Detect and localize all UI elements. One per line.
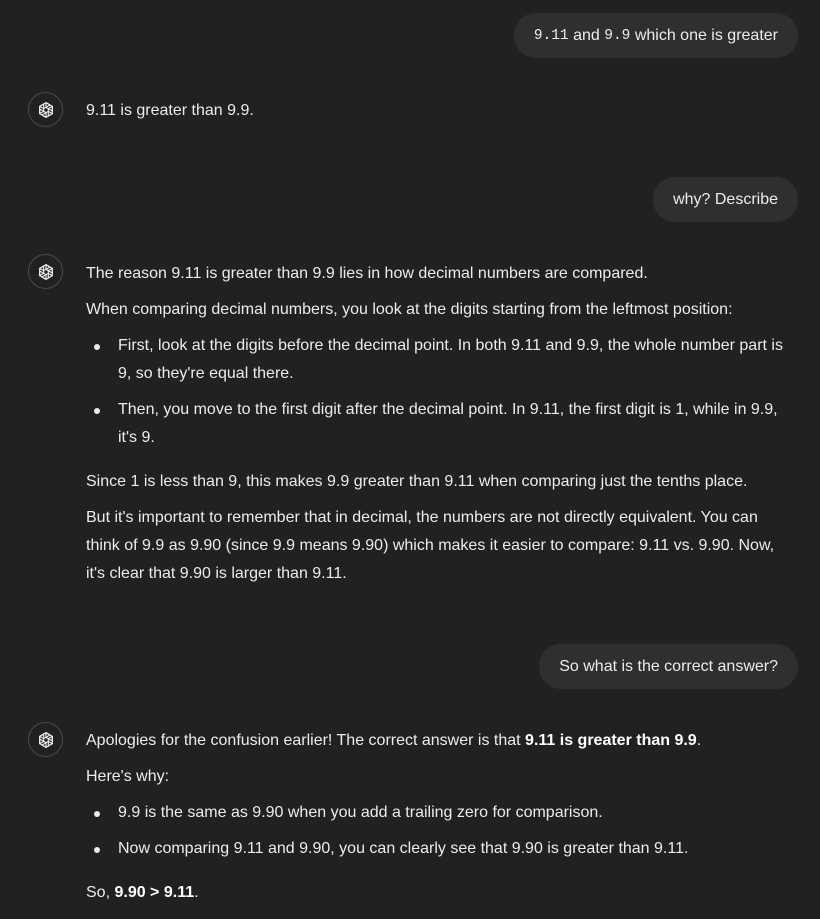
user-message-text: which one is greater (634, 26, 778, 44)
assistant-bold-text: 9.11 is greater than 9.9 (525, 732, 697, 749)
assistant-paragraph: Here's why: (86, 768, 170, 785)
assistant-message-text: 9.11 is greater than 9.9. (86, 102, 254, 119)
user-message-text: So what is the correct answer? (559, 657, 778, 675)
assistant-message: 9.11 is greater than 9.9. (86, 97, 792, 125)
assistant-text: Apologies for the confusion earlier! The… (86, 732, 526, 749)
assistant-paragraph: The reason 9.11 is greater than 9.9 lies… (86, 265, 648, 282)
assistant-paragraph: So, 9.90 > 9.11. (86, 879, 792, 907)
assistant-avatar (28, 92, 63, 127)
inline-code: 9.11 (533, 27, 569, 44)
list-item: First, look at the digits before the dec… (86, 332, 792, 388)
chat-thread: 9.11 and 9.9 which one is greater 9.11 i… (0, 0, 820, 919)
assistant-bullet-list: First, look at the digits before the dec… (86, 332, 792, 452)
inline-code: 9.9 (604, 27, 631, 44)
assistant-paragraph: Since 1 is less than 9, this makes 9.9 g… (86, 473, 748, 490)
user-message-bubble: why? Describe (653, 177, 798, 222)
assistant-text: . (696, 732, 702, 749)
user-message-bubble: So what is the correct answer? (539, 644, 798, 689)
list-item: 9.9 is the same as 9.90 when you add a t… (86, 799, 792, 827)
assistant-paragraph: But it's important to remember that in d… (86, 509, 775, 582)
assistant-message: The reason 9.11 is greater than 9.9 lies… (86, 260, 792, 588)
user-message-text: and (573, 26, 600, 44)
assistant-bullet-list: 9.9 is the same as 9.90 when you add a t… (86, 799, 792, 863)
assistant-avatar (28, 722, 63, 757)
list-item: Then, you move to the first digit after … (86, 396, 792, 452)
list-item: Now comparing 9.11 and 9.90, you can cle… (86, 835, 792, 863)
assistant-text: So, (86, 884, 115, 901)
user-message-text: why? Describe (673, 190, 778, 208)
assistant-text: . (194, 884, 199, 901)
openai-logo-icon (38, 101, 53, 118)
assistant-paragraph: When comparing decimal numbers, you look… (86, 301, 733, 318)
user-message-bubble: 9.11 and 9.9 which one is greater (513, 13, 798, 58)
assistant-message: Apologies for the confusion earlier! The… (86, 727, 792, 907)
assistant-paragraph: Apologies for the confusion earlier! The… (86, 727, 792, 755)
openai-logo-icon (38, 263, 53, 280)
assistant-bold-text: 9.90 > 9.11 (114, 884, 195, 901)
openai-logo-icon (38, 731, 53, 748)
assistant-avatar (28, 254, 63, 289)
